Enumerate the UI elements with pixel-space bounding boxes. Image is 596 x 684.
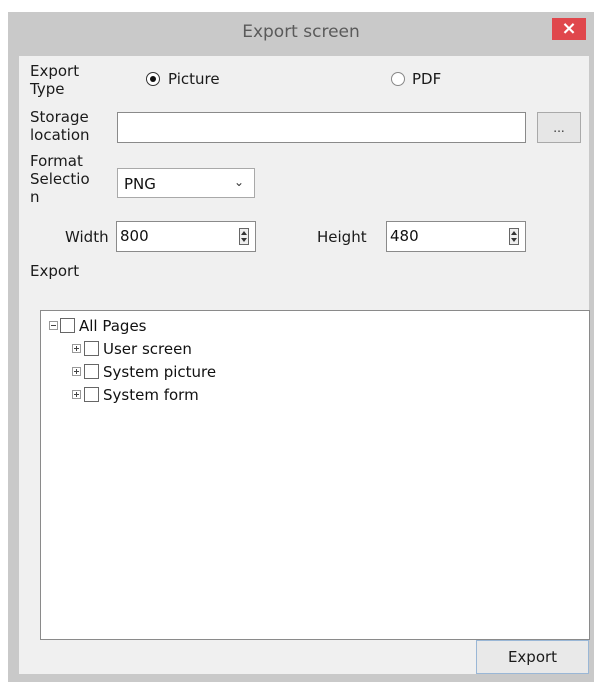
export-type-label: Export Type [30,62,79,98]
pdf-radio-label[interactable]: PDF [412,70,441,88]
system-form-checkbox[interactable] [84,387,99,402]
picture-radio[interactable] [146,72,160,86]
tree-label-system-picture: System picture [103,363,217,381]
chevron-down-icon: ⌄ [233,175,244,189]
storage-label-line2: location [30,126,90,144]
expand-icon[interactable] [72,344,81,353]
expand-icon[interactable] [72,367,81,376]
user-screen-checkbox[interactable] [84,341,99,356]
picture-radio-label[interactable]: Picture [168,70,220,88]
format-label-line1: Format [30,152,83,170]
pdf-radio[interactable] [391,72,405,86]
close-icon: × [561,18,577,39]
page-tree[interactable]: All Pages User screen System picture Sys… [40,310,590,640]
height-value: 480 [390,227,419,245]
height-spinbox[interactable]: 480 [386,221,526,252]
tree-label-user-screen: User screen [103,340,192,358]
title-bar[interactable]: Export screen × [8,12,594,56]
export-section-label: Export [30,262,80,280]
system-picture-checkbox[interactable] [84,364,99,379]
expand-icon[interactable] [72,390,81,399]
width-spinbox[interactable]: 800 [116,221,256,252]
tree-row-system-form[interactable]: System form [49,385,349,405]
tree-label-all-pages: All Pages [79,317,147,335]
collapse-icon[interactable] [49,321,58,330]
export-screen-dialog: Export screen × Export Type Picture PDF … [8,12,594,682]
browse-button[interactable]: ... [537,112,581,143]
storage-location-label: Storage location [30,108,90,144]
format-selection-label: Format Selectio n [30,152,90,206]
tree-row-all-pages[interactable]: All Pages [49,316,349,336]
dialog-title: Export screen [242,22,360,42]
tree-label-system-form: System form [103,386,199,404]
width-label: Width [65,228,109,246]
tree-row-user-screen[interactable]: User screen [49,339,349,359]
spinner-arrows-icon[interactable] [509,228,519,245]
storage-label-line1: Storage [30,108,89,126]
close-button[interactable]: × [552,18,586,40]
all-pages-checkbox[interactable] [60,318,75,333]
export-type-label-line2: Type [30,80,65,98]
dialog-body: Export Type Picture PDF Storage location… [19,56,590,674]
tree-row-system-picture[interactable]: System picture [49,362,349,382]
storage-location-input[interactable] [117,112,526,143]
format-select[interactable]: PNG ⌄ [117,168,255,198]
width-value: 800 [120,227,149,245]
format-label-line2: Selectio [30,170,90,188]
export-button[interactable]: Export [476,640,589,674]
format-label-line3: n [30,188,40,206]
spinner-arrows-icon[interactable] [239,228,249,245]
format-select-value: PNG [124,175,156,193]
height-label: Height [317,228,367,246]
export-type-label-line1: Export [30,62,80,80]
